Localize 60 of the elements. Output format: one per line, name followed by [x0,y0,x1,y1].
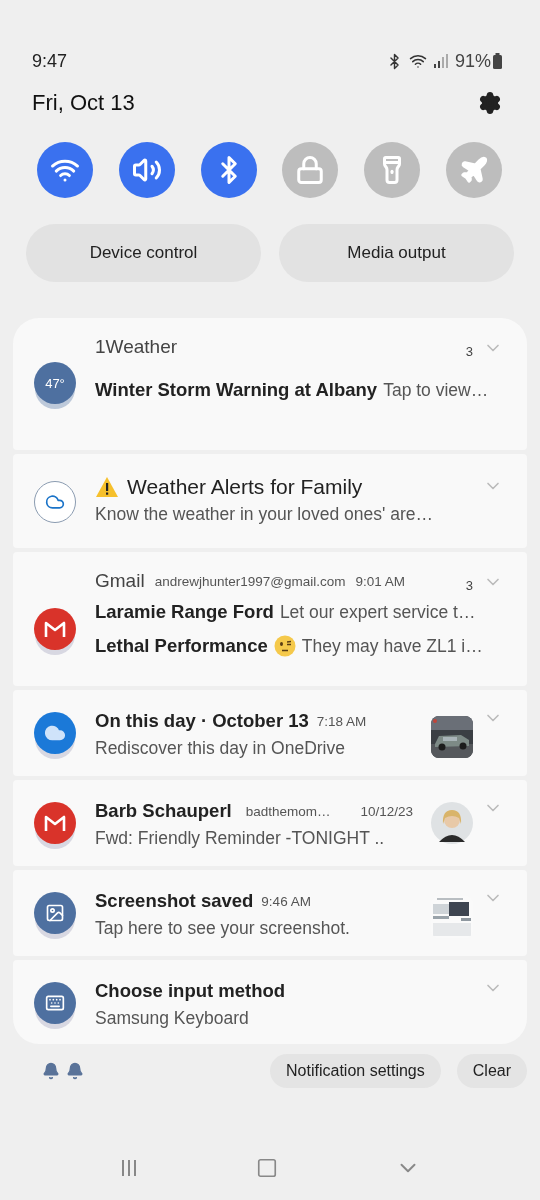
notification-title: Choose input method [95,980,286,1002]
settings-icon[interactable] [478,91,502,115]
notification-title: Weather Alerts for Family [127,475,363,499]
notification-time: 10/12/23 [360,803,414,819]
app-name: Gmail [95,570,145,592]
wifi-icon [408,52,427,70]
emoji-icon [273,635,296,657]
notification-card[interactable]: 47° 1Weather Winter Storm Warning at Albany Tap to view… 3 [13,318,527,450]
panel-button[interactable]: Media output [279,224,514,282]
notification-count: 3 [465,578,473,593]
notification-text: Rediscover this day in OneDrive [95,738,346,759]
app-name: 1Weather [95,336,178,358]
temperature-badge: 47° [34,362,76,404]
notification-text: Samsung Keyboard [95,1008,250,1029]
notification-text: Know the weather in your loved ones' are… [95,504,434,525]
avatar [431,802,473,844]
quick-toggle[interactable] [37,142,93,198]
home-icon [256,1157,278,1179]
lock-icon [295,155,326,185]
account-email: andrewjhunter1997@gmail.com [154,573,346,589]
bell-icon [42,1062,60,1080]
notification-card[interactable]: Barb Schauperl badthemom… 10/12/23 Fwd: Friendly Reminder -TONIGHT .. [13,780,527,866]
notification-title: Winter Storm Warning at Albany [95,379,378,401]
notification-card[interactable]: Screenshot saved 9:46 AM Tap here to see your screenshot. [13,870,527,956]
notification-card[interactable]: Weather Alerts for Family Know the weather in your loved ones' are… [13,454,527,548]
gmail-icon [44,814,66,832]
panel-button[interactable]: Device control [26,224,261,282]
notification-text: They may have ZL1 i… [301,635,483,657]
battery-percent: 91% [454,50,491,72]
notification-card[interactable]: On this day · October 13 7:18 AM Rediscover this day in OneDrive [13,690,527,776]
notification-time: 7:18 AM [316,713,367,729]
notification-text: Tap to view… [383,379,489,401]
status-time: 9:47 [32,50,68,72]
notification-title: On this day · October 13 [95,710,309,732]
quick-toggle[interactable] [446,142,502,198]
gmail-icon [44,620,66,638]
notification-card[interactable]: Gmail andrewjhunter1997@gmail.com 9:01 AM Laramie Range Ford Let our expert service t… Lethal Performance They may have ZL1 i… 3 [13,552,527,686]
notification-title: Lethal Performance [95,635,268,657]
notification-count: 3 [465,344,473,359]
notification-title: Barb Schauperl [95,800,232,822]
notification-title: Screenshot saved [95,890,254,912]
notification-text: Tap here to see your screenshot. [95,918,351,939]
image-icon [45,903,65,923]
bell-icon [66,1062,84,1080]
warning-icon [95,476,119,498]
signal-icon [432,53,449,69]
battery-icon [493,53,502,69]
airplane-icon [459,155,489,185]
notification-card[interactable]: Choose input method Samsung Keyboard [13,960,527,1044]
notification-time: 9:46 AM [261,893,311,909]
notification-title: Laramie Range Ford [95,601,274,623]
notification-text: Fwd: Friendly Reminder -TONIGHT .. [95,828,386,849]
date-text: Fri, Oct 13 [32,90,135,116]
notification-settings-button[interactable]: Notification settings [270,1054,441,1088]
notification-time: 9:01 AM [355,573,405,589]
clear-button[interactable]: Clear [456,1054,527,1088]
notification-text: Let our expert service t… [279,601,476,623]
cloud-icon [45,492,65,512]
keyboard-icon [45,993,65,1013]
account-email: badthemom… [245,803,331,819]
